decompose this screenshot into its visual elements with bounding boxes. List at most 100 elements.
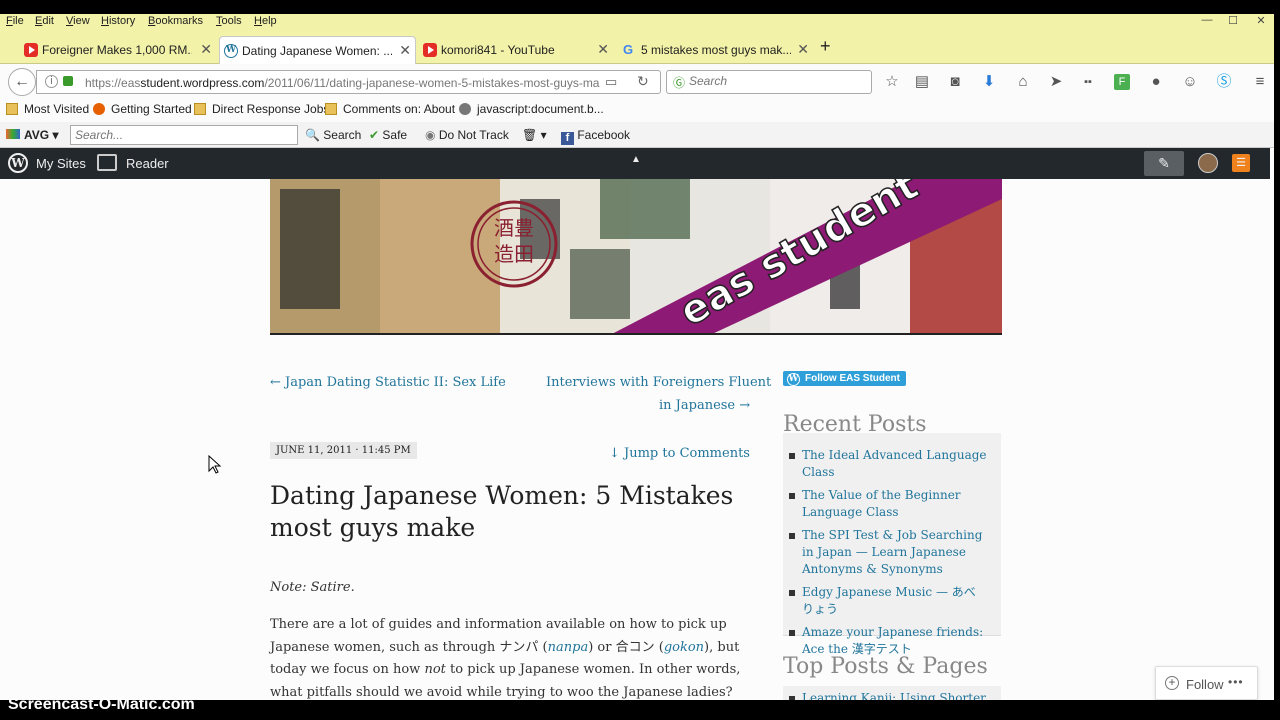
search-box[interactable]: Ⓖ — [666, 70, 872, 94]
close-tab-icon[interactable]: ✕ — [399, 42, 411, 59]
menu-edit[interactable]: Edit — [35, 15, 54, 27]
bookmarks-toolbar: Most Visited Getting Started Direct Resp… — [0, 98, 1274, 122]
tab-label: 5 mistakes most guys mak... — [641, 43, 791, 57]
tab-komori-youtube[interactable]: komori841 - YouTube ✕ — [419, 36, 613, 64]
avg-search-box[interactable] — [70, 125, 298, 145]
account-icon[interactable]: ● — [1146, 72, 1166, 92]
tab-5-mistakes[interactable]: G 5 mistakes most guys mak... ✕ — [619, 36, 813, 64]
gokon-link[interactable]: gokon — [664, 640, 704, 655]
next-post-link-line2[interactable]: in Japanese → — [659, 398, 750, 413]
tab-foreigner[interactable]: Foreigner Makes 1,000 RM... ✕ — [20, 36, 216, 64]
header-banner[interactable]: 酒豊造田 eas student — [270, 179, 1002, 335]
tab-label: Dating Japanese Women: ... — [242, 44, 392, 58]
bookmark-comments-about[interactable]: Comments on: About — [325, 102, 455, 116]
menu-help[interactable]: Help — [254, 15, 277, 27]
prev-post-link[interactable]: ← Japan Dating Statistic II: Sex Life — [270, 375, 506, 390]
avg-search-input[interactable] — [75, 128, 295, 142]
screencast-watermark: Screencast-O-Matic.com — [8, 696, 195, 713]
overflow-icon[interactable]: ▪▪ — [1078, 72, 1098, 92]
trash-button[interactable]: 🗑 ▾ — [522, 128, 547, 142]
wordpress-logo-icon[interactable]: W — [8, 153, 28, 173]
minimize-icon[interactable]: — — [1196, 14, 1218, 29]
bookmark-most-visited[interactable]: Most Visited — [6, 102, 89, 116]
chat-icon[interactable]: ☺ — [1180, 72, 1200, 92]
send-icon[interactable]: ➤ — [1046, 72, 1066, 92]
menu-bookmarks[interactable]: Bookmarks — [148, 15, 203, 27]
recent-post-link[interactable]: The Ideal Advanced Language Class — [783, 447, 1001, 481]
google-icon: G — [623, 42, 634, 57]
close-tab-icon[interactable]: ✕ — [200, 41, 212, 58]
recent-post-link[interactable]: The Value of the Beginner Language Class — [783, 487, 1001, 521]
page-content: 酒豊造田 eas student ← Japan Dating Statisti… — [0, 148, 1274, 700]
close-tab-icon[interactable]: ✕ — [797, 41, 809, 58]
tab-dating-japanese-women[interactable]: W Dating Japanese Women: ... ✕ — [219, 36, 416, 65]
menu-file[interactable]: File — [6, 15, 24, 27]
write-post-icon[interactable]: ✎ — [1144, 151, 1184, 176]
menu-tools[interactable]: Tools — [216, 15, 242, 27]
follow-pill[interactable]: + Follow ••• — [1155, 666, 1258, 700]
avg-search-button[interactable]: 🔍 Search — [305, 128, 361, 142]
eye-icon: ◉ — [425, 128, 436, 142]
reader-view-icon[interactable]: ▭ — [605, 74, 617, 90]
navigation-bar: i https://easstudent.wordpress.com/2011/… — [0, 64, 1274, 98]
menu-history[interactable]: History — [101, 15, 135, 27]
close-tab-icon[interactable]: ✕ — [597, 41, 609, 58]
folder-icon — [6, 103, 18, 115]
maximize-icon[interactable]: ☐ — [1222, 14, 1244, 29]
nanpa-link[interactable]: nanpa — [548, 640, 589, 655]
lock-icon — [63, 76, 73, 86]
wordpress-icon: W — [224, 44, 238, 58]
skype-icon[interactable]: Ⓢ — [1214, 72, 1234, 92]
more-icon[interactable]: ••• — [1228, 675, 1244, 689]
banner-image: 酒豊造田 eas student — [270, 179, 1002, 333]
user-avatar[interactable] — [1198, 153, 1218, 173]
reader-link[interactable]: Reader — [126, 156, 169, 171]
back-button[interactable]: ← — [8, 68, 36, 96]
collapse-bar-icon[interactable]: ▲ — [631, 154, 641, 165]
menu-view[interactable]: View — [66, 15, 90, 27]
bookmarks-list-icon[interactable]: ▤ — [912, 72, 932, 92]
plus-icon: + — [1165, 676, 1179, 690]
reload-icon[interactable]: ↻ — [637, 73, 649, 90]
new-tab-icon[interactable]: + — [820, 36, 840, 64]
search-engine-icon: Ⓖ — [673, 76, 686, 90]
post-title: Dating Japanese Women: 5 Mistakes most g… — [270, 481, 734, 542]
avg-toolbar: AVG ▾ 🔍 Search ✔ Safe ◉ Do Not Track 🗑 ▾… — [0, 122, 1274, 148]
bookmark-direct-response-jobs[interactable]: Direct Response Jobs — [194, 102, 329, 116]
post-date[interactable]: JUNE 11, 2011 · 11:45 PM — [270, 442, 417, 459]
follow-blog-button[interactable]: W Follow EAS Student — [783, 371, 906, 386]
home-icon[interactable]: ⌂ — [1013, 72, 1033, 92]
search-input[interactable] — [689, 74, 859, 88]
do-not-track-button[interactable]: ◉ Do Not Track — [425, 128, 509, 142]
facebook-icon: f — [561, 132, 574, 145]
screen: File Edit View History Bookmarks Tools H… — [0, 0, 1280, 720]
avg-safe-button[interactable]: ✔ Safe — [369, 128, 407, 142]
top-post-link[interactable]: Learning Kanji: Using Shorter — [783, 690, 1001, 700]
recent-post-link[interactable]: Amaze your Japanese friends: Ace the 漢字テ… — [783, 624, 1001, 658]
info-icon[interactable]: i — [45, 75, 58, 88]
recent-post-link[interactable]: Edgy Japanese Music — あべりょう — [783, 584, 1001, 618]
youtube-icon — [423, 43, 437, 57]
firefox-icon — [93, 103, 105, 115]
jump-to-comments-link[interactable]: ↓ Jump to Comments — [609, 446, 750, 461]
menu-bar: File Edit View History Bookmarks Tools H… — [0, 14, 1274, 33]
notifications-icon[interactable]: ☰ — [1232, 154, 1250, 172]
tab-label: komori841 - YouTube — [441, 43, 555, 57]
avg-logo[interactable]: AVG ▾ — [6, 128, 58, 142]
wordpress-icon: W — [787, 373, 800, 386]
pocket-icon[interactable]: ◙ — [945, 72, 965, 92]
url-bar[interactable]: i https://easstudent.wordpress.com/2011/… — [36, 70, 661, 94]
next-post-link-line1[interactable]: Interviews with Foreigners Fluent — [546, 375, 771, 390]
bookmark-javascript[interactable]: javascript:document.b... — [459, 102, 604, 116]
reader-icon — [97, 154, 117, 171]
avg-icon — [6, 129, 20, 139]
close-window-icon[interactable]: ✕ — [1250, 14, 1272, 29]
recent-post-link[interactable]: The SPI Test & Job Searching in Japan — … — [783, 527, 1001, 578]
hamburger-menu-icon[interactable]: ≡ — [1250, 72, 1270, 92]
facebook-button[interactable]: f Facebook — [561, 128, 630, 145]
downloads-icon[interactable]: ⬇ — [979, 72, 999, 92]
my-sites-link[interactable]: My Sites — [36, 156, 86, 171]
feedly-icon[interactable]: F — [1114, 74, 1130, 90]
bookmark-getting-started[interactable]: Getting Started — [93, 102, 192, 116]
bookmark-star-icon[interactable]: ☆ — [882, 72, 902, 92]
